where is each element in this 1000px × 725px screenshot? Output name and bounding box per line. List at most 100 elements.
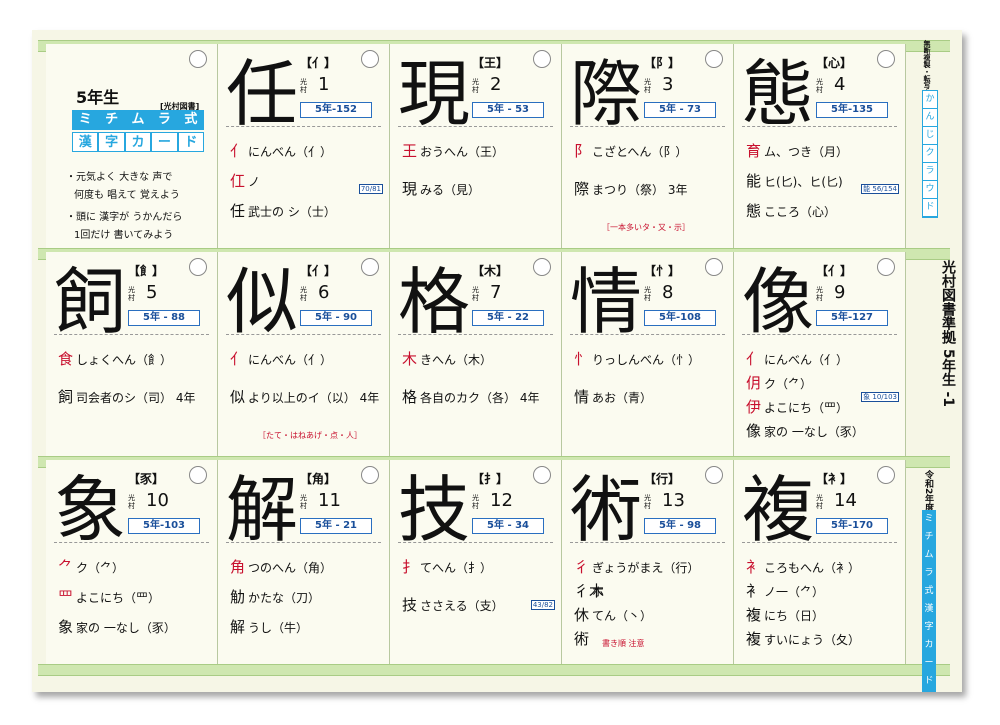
breakdown-line: 格各自のカク（各） 4年 (402, 386, 539, 407)
related-kanji-ref: 70/81 (358, 184, 383, 194)
component-text: こざとへん（阝） (592, 145, 688, 159)
punch-hole (361, 258, 379, 276)
breakdown-line: 觔かたな（刀） (230, 586, 320, 607)
component-text: しょくへん（飠） (76, 353, 173, 367)
breakdown-line: 複にち（日） (746, 604, 824, 625)
radical-label: 【亻】 (816, 264, 853, 278)
breakdown-line: 現みる（見） (402, 178, 480, 199)
component-text: にんべん（亻） (248, 145, 333, 159)
brand-row-top: ミチムラ式 (72, 110, 204, 130)
card-number: 14 (834, 490, 857, 511)
card-number: 13 (662, 490, 685, 511)
textbook-reference: 5年 - 21 (300, 518, 372, 534)
component-glyph: 情 (574, 388, 590, 406)
breakdown-line: 育ム、つき（月） (746, 140, 848, 161)
card-number: 10 (146, 490, 169, 511)
component-glyph: 技 (402, 596, 418, 614)
kanji-card: 複【衤】 光村 14 5年-170 衤ころもへん（衤）衤ノ一（⺈）複にち（日）複すいにょ… (734, 460, 906, 664)
brand-vertical-top: かんじクラウド (922, 90, 938, 218)
breakdown-line: 任武士の シ（士） (230, 200, 336, 221)
warning-note: ［たて・はねあげ・点・人］ (258, 431, 362, 440)
component-text: 各自のカク（各） 4年 (420, 391, 540, 405)
divider-band (38, 664, 950, 676)
kanji-card: 際 【阝】 光村 3 5年 - 73 阝こざとへん（阝） 際まつり（祭） 3年 ［一本多いタ・… (562, 44, 734, 248)
textbook-reference: 5年-152 (300, 102, 372, 118)
component-text: ぎょうがまえ（行） (592, 561, 700, 575)
component-text: ささえる（支） (420, 599, 504, 613)
component-text: 司会者のシ（司） 4年 (76, 391, 196, 405)
radical-label: 【阝】 (644, 56, 681, 70)
textbook-reference: 5年 - 53 (472, 102, 544, 118)
component-text: あお（青） (592, 391, 653, 405)
breakdown-line: 亻にんべん（亻） (746, 348, 848, 369)
component-text: かたな（刀） (248, 591, 321, 605)
component-glyph: 像 (746, 422, 762, 440)
component-glyph: 態 (746, 202, 762, 220)
dashed-divider (398, 542, 553, 543)
publisher-mark: 光村 (472, 286, 479, 302)
textbook-reference: 5年-108 (644, 310, 716, 326)
tip-line: 1回だけ 書いてみよう (74, 230, 174, 241)
component-glyph: 休 (574, 606, 590, 624)
component-text: 武士の シ（士） (248, 205, 336, 219)
component-glyph: 飼 (58, 388, 74, 406)
component-text: りっしんべん（忄） (592, 353, 701, 367)
component-text: 家の 一なし（豕） (76, 621, 176, 635)
dashed-divider (226, 334, 381, 335)
component-glyph: 複 (746, 630, 762, 648)
dashed-divider (398, 126, 553, 127)
component-text: にんべん（亻） (764, 353, 849, 367)
component-text: すいにょう（夂） (764, 633, 861, 647)
kanji-card: 似 【亻】 光村 6 5年 - 90 亻にんべん（亻） 似より以上のイ（以） 4年 ［たて・は… (218, 252, 390, 456)
breakdown-line: ⺈ク（⺈） (58, 556, 124, 577)
punch-hole (705, 466, 723, 484)
punch-hole (877, 466, 895, 484)
component-text: ノ (248, 175, 261, 189)
breakdown-line: 食しょくへん（飠） (58, 348, 172, 369)
component-glyph: 亻 (230, 142, 246, 160)
component-text: ク（⺈） (76, 561, 125, 575)
publisher-mark: 光村 (472, 494, 479, 510)
card-number: 6 (318, 282, 330, 303)
breakdown-line: 亻にんべん（亻） (230, 140, 332, 161)
breakdown-line: 飼司会者のシ（司） 4年 (58, 386, 195, 407)
punch-hole (705, 50, 723, 68)
component-glyph: 亻 (230, 350, 246, 368)
dashed-divider (742, 126, 897, 127)
component-text: おうへん（王） (420, 145, 505, 159)
component-text: きへん（木） (420, 353, 493, 367)
dashed-divider (570, 334, 725, 335)
component-text: ノ一（⺈） (764, 585, 825, 599)
textbook-reference: 5年-135 (816, 102, 888, 118)
breakdown-line: 亻にんべん（亻） (230, 348, 332, 369)
textbook-reference: 5年 - 98 (644, 518, 716, 534)
component-glyph: 衤 (746, 582, 762, 600)
tip-line: ・元気よく 大きな 声で (66, 172, 173, 183)
component-glyph: 扌 (402, 558, 418, 576)
kanji-card: 象【豕】 光村 10 5年-103 ⺈ク（⺈）罒よこにち（罒）象家の 一なし（豕） (46, 460, 218, 664)
radical-label: 【亻】 (300, 56, 337, 70)
related-kanji-ref: 能 56/154 (861, 184, 899, 194)
textbook-reference: 5年-103 (128, 518, 200, 534)
side-strip: 無断複製・転写を禁ず かんじクラウド 光村図書準拠 5年生 -1 令和2年度版 … (918, 30, 962, 692)
component-glyph: 角 (230, 558, 246, 576)
publisher-mark: 光村 (300, 494, 307, 510)
component-glyph: 任 (230, 202, 246, 220)
breakdown-line: 仴ク（⺈） (746, 372, 812, 393)
component-glyph: ⺈ (58, 558, 74, 576)
component-text: みる（見） (420, 183, 481, 197)
dashed-divider (398, 334, 553, 335)
textbook-reference: 5年 - 34 (472, 518, 544, 534)
tip-line: 何度も 唱えて 覚えよう (74, 190, 180, 201)
component-glyph: 伊 (746, 398, 762, 416)
breakdown-line: 休てん（丶） (574, 604, 652, 625)
component-text: よこにち（罒） (76, 591, 161, 605)
grade-label: 5年生 (76, 88, 120, 107)
component-text: にんべん（亻） (248, 353, 333, 367)
breakdown-line: 衤ころもへん（衤） (746, 556, 860, 577)
component-text: ク（⺈） (764, 377, 813, 391)
component-text: ム、つき（月） (764, 145, 849, 159)
publisher-mark: 光村 (816, 494, 823, 510)
kanji-card: 情 【忄】 光村 8 5年-108 忄りっしんべん（忄） 情あお（青） (562, 252, 734, 456)
punch-hole (361, 50, 379, 68)
